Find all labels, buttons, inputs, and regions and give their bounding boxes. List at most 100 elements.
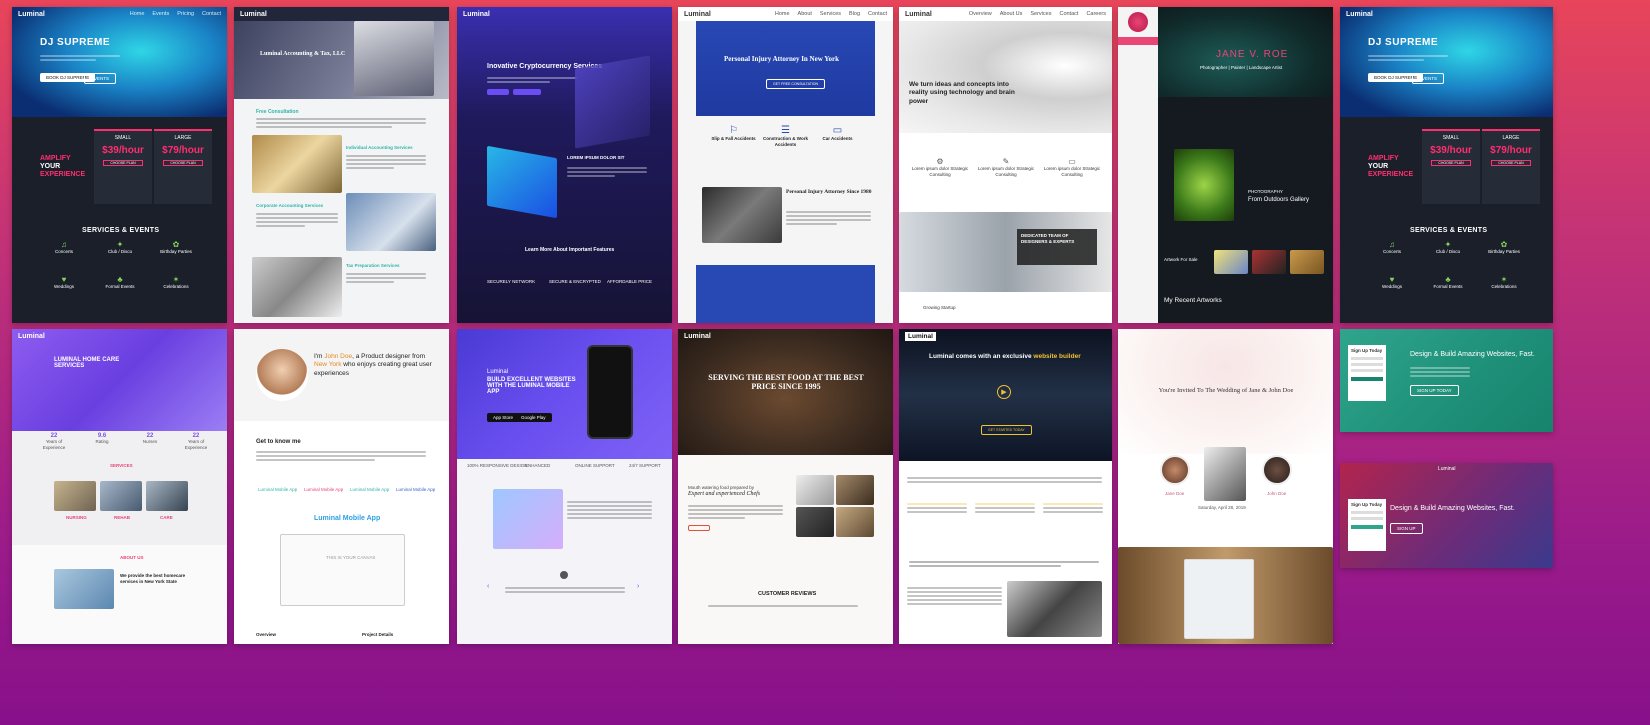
artwork-thumb[interactable] [1252,250,1286,274]
nav-link[interactable]: About Us [1000,11,1023,17]
form-title: Sign Up Today [1351,348,1383,353]
mobile-app-preview[interactable]: Luminal BUILD EXCELLENT WEBSITES WITH TH… [457,329,672,644]
skill-link[interactable]: Luminal Mobile App [350,487,389,493]
service-photo [100,481,142,511]
logo[interactable]: Luminal [18,11,45,18]
events-button[interactable]: EVENTS [1412,73,1445,84]
designer-preview[interactable]: I'm John Doe, a Product designer from Ne… [234,329,449,644]
nav-link[interactable]: Home [130,11,145,17]
disco-icon: ✦ [116,240,124,249]
nav-link[interactable]: Overview [969,11,992,17]
service-item: ✿ Birthday Parties [146,240,206,254]
play-icon[interactable]: ▶ [997,385,1011,399]
builder-preview[interactable]: Luminal Luminal comes with an exclusive … [899,329,1112,644]
logo[interactable]: Luminal [240,11,267,18]
skill-link[interactable]: Luminal Mobile App [396,487,435,493]
skill-link[interactable]: Luminal Mobile App [258,487,297,493]
portfolio-preview[interactable]: JANE V. ROE Photographer | Painter | Lan… [1118,7,1333,323]
canvas-mockup [280,534,405,606]
amplify-line: AMPLIFY [40,155,71,162]
party-icon: ✿ [172,240,180,249]
service-label: Formal Events [105,284,135,289]
green-title: Design & Build Amazing Websites, Fast. [1410,351,1535,358]
mobile-app-title: BUILD EXCELLENT WEBSITES WITH THE LUMINA… [487,377,576,395]
nav-link[interactable]: Pricing [177,11,194,17]
nav-link[interactable]: Home [775,11,790,17]
nav-link[interactable]: Contact [868,11,887,17]
crypto-secondary-button[interactable] [513,89,541,95]
balloon-icon: ✶ [1500,275,1508,284]
nav-link[interactable]: Services [820,11,841,17]
dj-title: DJ SUPREME [1368,37,1439,48]
logo[interactable]: Luminal [463,11,490,18]
service-label: Concerts [1382,249,1401,254]
attorney-footer-band [696,265,875,323]
feature-label: Lorem ipsum dolor Strategic Consulting [1043,166,1101,178]
next-arrow-icon[interactable]: › [637,583,639,590]
logo[interactable]: Luminal [905,11,932,18]
service-item: ✦ Club / Disco [1418,240,1478,254]
crypto-primary-button[interactable] [487,89,509,95]
choose-plan-button[interactable]: CHOOSE PLAN [1491,160,1531,166]
logo[interactable]: Luminal [18,333,45,340]
logo[interactable]: Luminal [684,11,711,18]
service-item: ♥ Weddings [1362,275,1422,289]
amplify-line: EXPERIENCE [1368,171,1414,179]
service-item: ✿ Birthday Parties [1474,240,1534,254]
accounting-preview[interactable]: Luminal Luminal Accounting & Tax, LLC Fr… [234,7,449,323]
attorney-preview[interactable]: Luminal Home About Services Blog Contact… [678,7,893,323]
party-icon: ✿ [1500,240,1508,249]
footer-link[interactable]: Project Details [362,632,393,638]
green-cta-button[interactable]: SIGN UP TODAY [1410,385,1459,396]
logo[interactable]: Luminal [684,333,711,340]
restaurant-button[interactable] [688,525,710,531]
stat: 22 Years of Experience [34,433,74,452]
nav-link[interactable]: Contact [1059,11,1078,17]
logo[interactable]: Luminal [487,369,508,375]
music-icon: ♫ [61,240,67,249]
section-text [346,271,426,285]
recent-artworks-title: My Recent Artworks [1164,297,1222,304]
artwork-thumb[interactable] [1290,250,1324,274]
green-signup-preview[interactable]: Sign Up Today Design & Build Amazing Web… [1340,329,1553,432]
ideas-headline: We turn ideas and concepts into reality … [909,81,1015,105]
choose-plan-button[interactable]: CHOOSE PLAN [103,160,143,166]
wedding-preview[interactable]: You're Invited To The Wedding of Jane & … [1118,329,1333,644]
ideas-preview[interactable]: Luminal Overview About Us Services Conta… [899,7,1112,323]
service-label: Club / Disco [1435,249,1461,254]
chef-photo [796,475,834,505]
green-bullets [1410,365,1470,379]
skill-link[interactable]: Luminal Mobile App [304,487,343,493]
restaurant-preview[interactable]: Luminal SERVING THE BEST FOOD AT THE BES… [678,329,893,644]
builder-column [1043,501,1103,515]
artwork-thumb[interactable] [1214,250,1248,274]
nav-link[interactable]: About [798,11,812,17]
sidebar-active-item[interactable] [1118,37,1158,45]
nav-link[interactable]: Contact [202,11,221,17]
dj-supreme-preview-2[interactable]: Luminal DJ SUPREME BOOK DJ SUPREME EVENT… [1340,7,1553,323]
events-button[interactable]: EVENTS [84,73,117,84]
canvas-text: THIS IS YOUR CANVAS [326,555,376,560]
nav-link[interactable]: Events [152,11,169,17]
section-text [346,153,426,171]
red-signup-preview[interactable]: Luminal Design & Build Amazing Websites,… [1340,463,1553,568]
google-play-button[interactable]: Google Play [515,413,552,422]
service-item: ✶ Celebrations [1474,275,1534,289]
get-started-button[interactable]: GET STARTED TODAY [981,425,1032,435]
dj-supreme-preview-1[interactable]: Luminal Home Events Pricing Contact DJ S… [12,7,227,323]
prev-arrow-icon[interactable]: ‹ [487,583,489,590]
logo[interactable]: Luminal [1346,11,1373,18]
footer-link[interactable]: Overview [256,632,276,638]
nav-link[interactable]: Services [1030,11,1051,17]
crypto-preview[interactable]: Luminal Inovative Cryptocurrency Service… [457,7,672,323]
attorney-title: Personal Injury Attorney In New York [724,55,840,63]
homecare-preview[interactable]: Luminal LUMINAL HOME CARE SERVICES 22 Ye… [12,329,227,644]
choose-plan-button[interactable]: CHOOSE PLAN [163,160,203,166]
red-cta-button[interactable]: SIGN UP [1390,523,1423,534]
nav-link[interactable]: Careers [1086,11,1106,17]
nav-link[interactable]: Blog [849,11,860,17]
logo[interactable]: Luminal [905,332,936,341]
choose-plan-button[interactable]: CHOOSE PLAN [1431,160,1471,166]
consultation-button[interactable]: GET FREE CONSULTATION [766,79,826,89]
logo[interactable]: Luminal [1438,466,1456,472]
